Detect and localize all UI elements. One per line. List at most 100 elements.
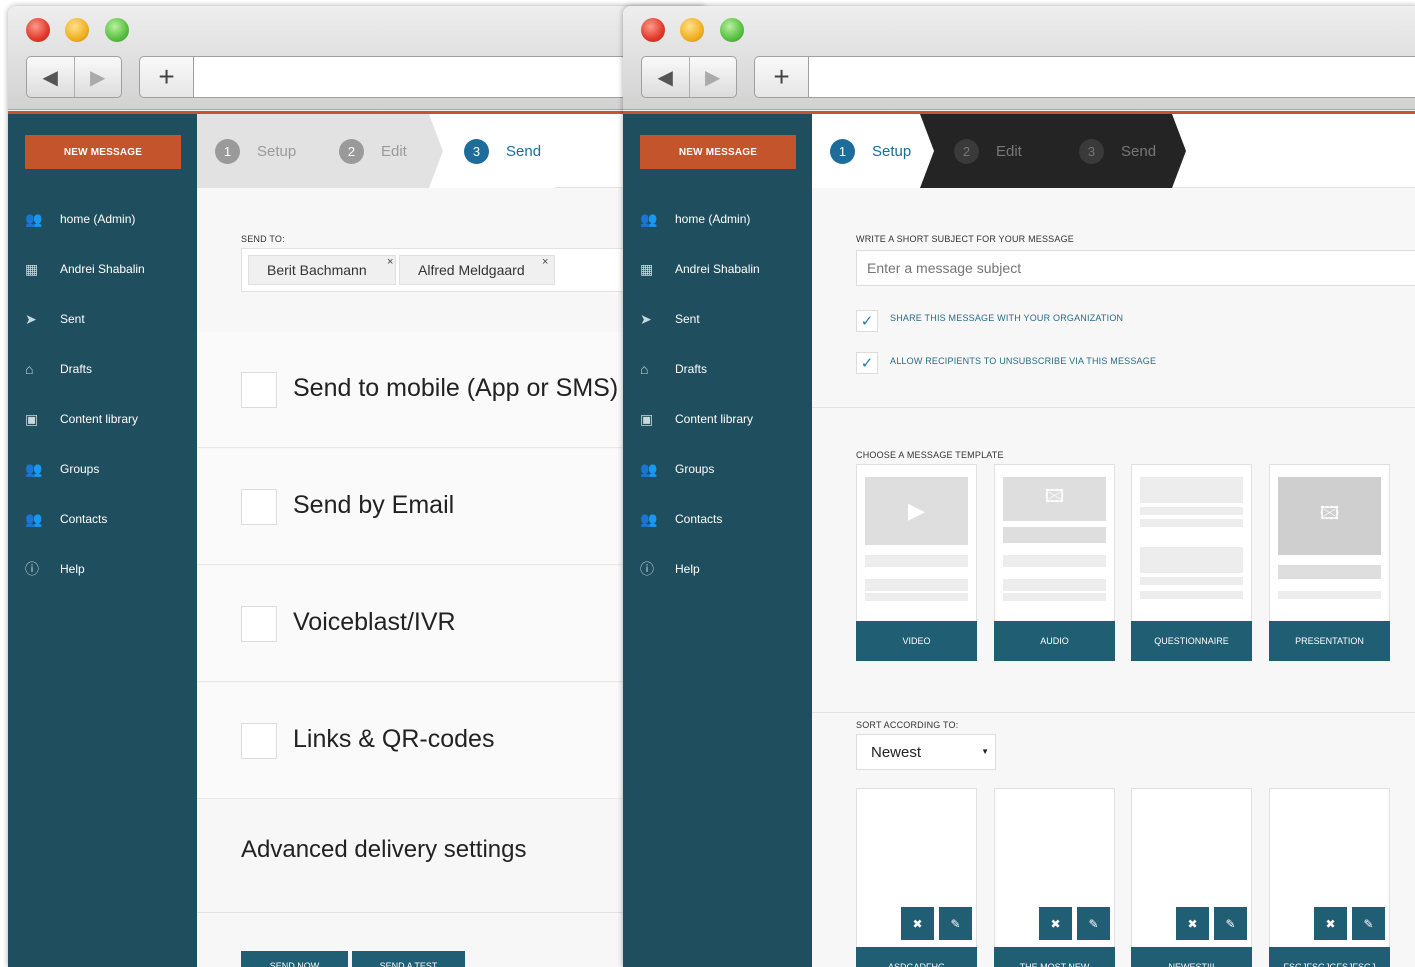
template-card-video[interactable]: ▶ VIDEO [856,464,977,661]
sidebar-item-content-library[interactable]: ▣ Content library [8,404,197,434]
back-arrow-icon[interactable]: ◀ [27,57,74,97]
step-3-label[interactable]: Send [1121,143,1156,160]
close-window-button[interactable] [641,18,665,42]
sidebar-item-user[interactable]: ▦ Andrei Shabalin [623,254,812,284]
share-checkbox[interactable]: ✓ [856,310,878,332]
sidebar-item-sent[interactable]: ➤ Sent [623,304,812,334]
recipient-name: Berit Bachmann [267,262,367,278]
back-arrow-icon[interactable]: ◀ [642,57,689,97]
sidebar-item-groups[interactable]: 👥 Groups [623,454,812,484]
new-tab-button[interactable]: + [139,56,193,98]
close-window-button[interactable] [26,18,50,42]
message-name[interactable]: ASDGADFHG [856,947,977,967]
template-presentation-button[interactable]: PRESENTATION [1269,621,1390,661]
step-1-label[interactable]: Setup [872,143,911,160]
sidebar-item-contacts[interactable]: 👥 Contacts [623,504,812,534]
placeholder-line [1140,591,1243,599]
setup-content: 1 Setup 2 Edit 3 Send WRITE A SHORT SUBJ… [812,114,1415,967]
message-name[interactable]: THE MOST NEW [994,947,1115,967]
message-card[interactable]: ✖ ✎ THE MOST NEW [994,788,1115,967]
template-video-button[interactable]: VIDEO [856,621,977,661]
sidebar-item-help[interactable]: ⓘ Help [623,554,812,584]
forward-arrow-icon[interactable]: ▶ [688,57,737,97]
caret-down-icon: ▼ [981,747,989,756]
sort-value: Newest [871,743,922,761]
delete-icon[interactable]: ✖ [1039,907,1072,940]
sidebar-item-drafts[interactable]: ⌂ Drafts [623,354,812,384]
delivery-checkbox[interactable] [241,489,277,525]
message-card[interactable]: ✖ ✎ ASDGADFHG [856,788,977,967]
people-icon: 👥 [640,460,658,477]
subject-label: WRITE A SHORT SUBJECT FOR YOUR MESSAGE [856,234,1074,244]
message-name[interactable]: FSGJFSGJGFSJFSGJ [1269,947,1390,967]
step-3-label[interactable]: Send [506,143,541,160]
template-card-audio[interactable]: 🖾 AUDIO [994,464,1115,661]
step-2-label[interactable]: Edit [381,143,407,160]
delivery-checkbox[interactable] [241,606,277,642]
send-now-button[interactable]: SEND NOW [241,951,348,967]
template-card-presentation[interactable]: 🖾 PRESENTATION [1269,464,1390,661]
play-icon: ▶ [865,477,968,545]
image-icon: 🖾 [1003,477,1106,521]
zoom-window-button[interactable] [105,18,129,42]
delete-icon[interactable]: ✖ [1176,907,1209,940]
edit-icon[interactable]: ✎ [939,907,972,940]
message-card[interactable]: ✖ ✎ FSGJFSGJGFSJFSGJ [1269,788,1390,967]
sidebar-item-content-library[interactable]: ▣ Content library [623,404,812,434]
delivery-option-label: Voiceblast/IVR [293,608,456,636]
sidebar-item-home[interactable]: 👥 home (Admin) [623,204,812,234]
sidebar-item-label: Andrei Shabalin [675,262,760,276]
placeholder-line [1140,577,1243,585]
sidebar-item-help[interactable]: ⓘ Help [8,554,197,584]
edit-icon[interactable]: ✎ [1214,907,1247,940]
minimize-window-button[interactable] [680,18,704,42]
sidebar-item-contacts[interactable]: 👥 Contacts [8,504,197,534]
delete-icon[interactable]: ✖ [1314,907,1347,940]
subject-input[interactable] [856,250,1415,286]
recipient-token: Alfred Meldgaard × [399,255,555,285]
template-questionnaire-button[interactable]: QUESTIONNAIRE [1131,621,1252,661]
edit-icon[interactable]: ✎ [1352,907,1385,940]
template-card-questionnaire[interactable]: QUESTIONNAIRE [1131,464,1252,661]
sidebar-item-label: Groups [675,462,715,476]
sidebar-item-drafts[interactable]: ⌂ Drafts [8,354,197,384]
edit-icon[interactable]: ✎ [1077,907,1110,940]
new-message-button[interactable]: NEW MESSAGE [640,135,796,169]
address-bar[interactable] [808,56,1415,98]
library-icon: ▣ [640,410,654,427]
advanced-delivery-settings[interactable]: Advanced delivery settings [241,836,527,864]
delete-icon[interactable]: ✖ [901,907,934,940]
step-2-label[interactable]: Edit [996,143,1022,160]
zoom-window-button[interactable] [720,18,744,42]
placeholder-line [1140,547,1243,573]
info-icon: ⓘ [640,561,654,577]
remove-recipient-icon[interactable]: × [387,256,393,268]
sidebar-item-sent[interactable]: ➤ Sent [8,304,197,334]
new-tab-button[interactable]: + [754,56,808,98]
sidebar-item-home[interactable]: 👥 home (Admin) [8,204,197,234]
delivery-checkbox[interactable] [241,723,277,759]
sort-select[interactable]: Newest ▼ [856,734,996,770]
message-name[interactable]: NEWEST!!! [1131,947,1252,967]
send-test-button[interactable]: SEND A TEST [352,951,465,967]
sidebar-item-groups[interactable]: 👥 Groups [8,454,197,484]
step-3-number: 3 [464,139,489,164]
minimize-window-button[interactable] [65,18,89,42]
calendar-icon: ▦ [25,260,39,277]
calendar-icon: ▦ [640,260,654,277]
template-label: CHOOSE A MESSAGE TEMPLATE [856,450,1004,460]
forward-arrow-icon[interactable]: ▶ [73,57,122,97]
people-icon: 👥 [640,510,658,527]
step-1-label[interactable]: Setup [257,143,296,160]
delivery-checkbox[interactable] [241,372,277,408]
paper-plane-icon: ➤ [640,310,652,327]
new-message-button[interactable]: NEW MESSAGE [25,135,181,169]
history-nav: ◀ ▶ [641,56,737,98]
unsubscribe-checkbox[interactable]: ✓ [856,352,878,374]
sidebar-item-user[interactable]: ▦ Andrei Shabalin [8,254,197,284]
sidebar-item-label: Sent [60,312,85,326]
remove-recipient-icon[interactable]: × [542,256,548,268]
template-audio-button[interactable]: AUDIO [994,621,1115,661]
message-card[interactable]: ✖ ✎ NEWEST!!! [1131,788,1252,967]
sidebar-item-label: Andrei Shabalin [60,262,145,276]
